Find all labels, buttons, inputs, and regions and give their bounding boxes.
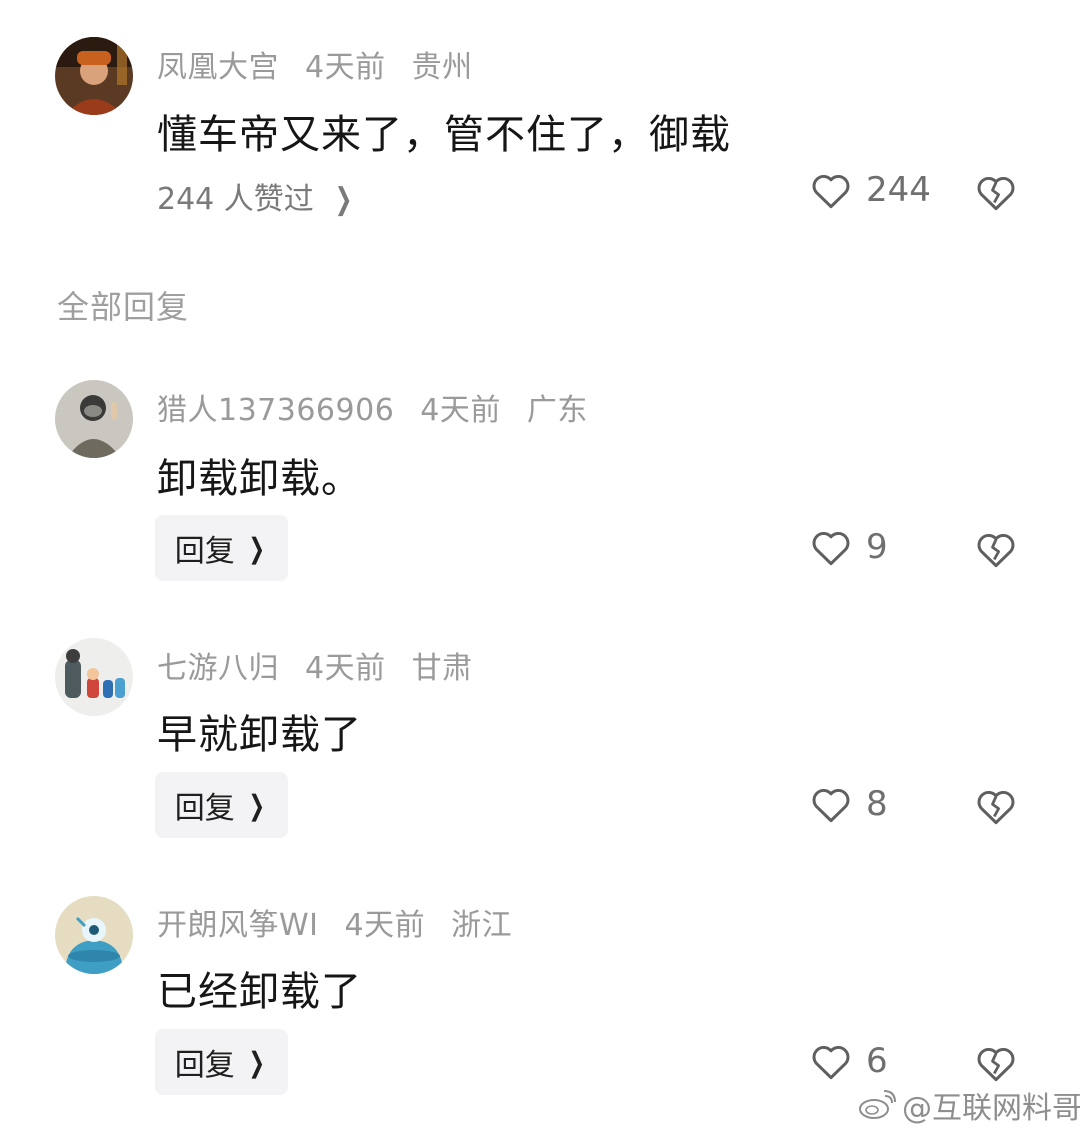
likers-link[interactable]: 244 人赞过 ❯ [157, 174, 356, 218]
dislike-button[interactable] [975, 172, 1017, 214]
timestamp: 4天前 [305, 50, 386, 85]
reply-label: 回复 [174, 1048, 235, 1083]
broken-heart-icon [977, 790, 1015, 825]
comment-meta: 凤凰大宫 4天前 贵州 [157, 42, 499, 86]
username[interactable]: 凤凰大宫 [157, 50, 279, 85]
comment-text: 懂车帝又来了，管不住了，御载 [157, 112, 731, 158]
reply-button[interactable]: 回复 ❯ [155, 1029, 288, 1095]
like-count: 6 [866, 1041, 888, 1081]
heart-outline-icon [810, 527, 852, 567]
heart-outline-icon [810, 170, 852, 210]
like-count: 8 [866, 784, 888, 824]
avatar-image [55, 380, 133, 458]
like-button[interactable]: 9 [810, 527, 888, 567]
comment-text: 早就卸载了 [157, 712, 362, 758]
reply-label: 回复 [174, 791, 235, 826]
username[interactable]: 猎人137366906 [157, 393, 394, 428]
avatar[interactable] [55, 380, 133, 458]
username[interactable]: 开朗风筝WI [157, 908, 319, 943]
broken-heart-icon [977, 533, 1015, 568]
username[interactable]: 七游八归 [157, 651, 279, 686]
likers-text: 244 人赞过 [157, 182, 314, 217]
avatar[interactable] [55, 638, 133, 716]
timestamp: 4天前 [420, 393, 501, 428]
heart-outline-icon [810, 1041, 852, 1081]
like-button[interactable]: 6 [810, 1041, 888, 1081]
all-replies-label: 全部回复 [57, 288, 190, 326]
chevron-right-icon: ❯ [248, 1045, 265, 1079]
comment-text: 已经卸载了 [157, 969, 362, 1015]
location: 贵州 [411, 50, 473, 85]
avatar-image [55, 638, 133, 716]
like-button[interactable]: 8 [810, 784, 888, 824]
reply-label: 回复 [174, 534, 235, 569]
reply-button[interactable]: 回复 ❯ [155, 772, 288, 838]
avatar[interactable] [55, 896, 133, 974]
avatar[interactable] [55, 37, 133, 115]
avatar-image [55, 896, 133, 974]
broken-heart-icon [977, 1047, 1015, 1082]
like-count: 244 [866, 170, 931, 210]
location: 浙江 [451, 908, 513, 943]
watermark: @互联网料哥 [858, 1083, 1080, 1127]
reply-button[interactable]: 回复 ❯ [155, 515, 288, 581]
watermark-text: @互联网料哥 [902, 1091, 1080, 1126]
heart-outline-icon [810, 784, 852, 824]
avatar-image [55, 37, 133, 115]
comment-meta: 开朗风筝WI 4天前 浙江 [157, 900, 538, 944]
location: 广东 [526, 393, 588, 428]
chevron-right-icon: ❯ [248, 531, 265, 565]
chevron-right-icon: ❯ [335, 182, 353, 217]
broken-heart-icon [977, 176, 1015, 211]
chevron-right-icon: ❯ [248, 788, 265, 822]
dislike-button[interactable] [975, 786, 1017, 828]
weibo-logo-icon [859, 1090, 896, 1119]
dislike-button[interactable] [975, 529, 1017, 571]
comment-meta: 七游八归 4天前 甘肃 [157, 643, 499, 687]
timestamp: 4天前 [305, 651, 386, 686]
timestamp: 4天前 [344, 908, 426, 943]
dislike-button[interactable] [975, 1043, 1017, 1085]
comment-text: 卸载卸载。 [157, 456, 362, 502]
comment-meta: 猎人137366906 4天前 广东 [157, 385, 614, 429]
like-button[interactable]: 244 [810, 170, 931, 210]
like-count: 9 [866, 527, 888, 567]
location: 甘肃 [411, 651, 473, 686]
